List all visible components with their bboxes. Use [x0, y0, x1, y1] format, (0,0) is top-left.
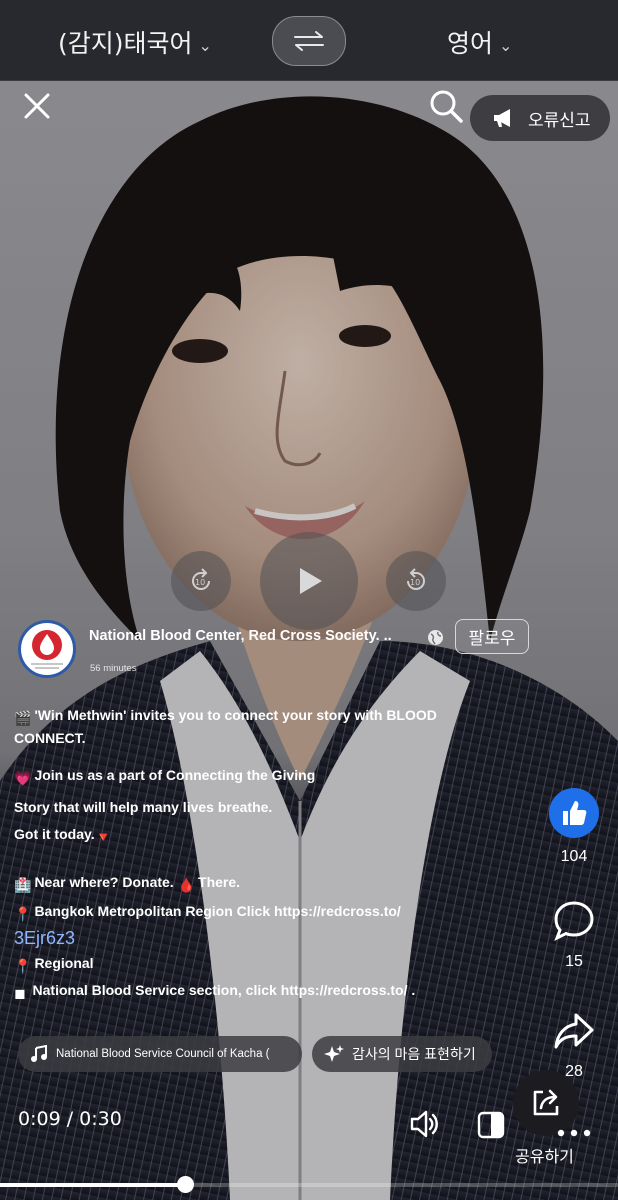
translator-bar: (감지)태국어 ⌄ 영어 ⌄ — [0, 0, 618, 81]
blood-drop-logo — [31, 630, 63, 669]
caption-link-line[interactable]: Bangkok Metropolitan Region Click https:… — [34, 903, 400, 919]
drop-of-blood-icon: 🩸 — [177, 877, 196, 893]
megaphone-icon — [494, 109, 510, 127]
report-error-button[interactable]: 오류신고 — [470, 95, 610, 141]
pin-icon: 📍 — [14, 958, 32, 974]
chevron-down-icon: ⌄ — [198, 35, 212, 55]
heart-icon: 💗 — [14, 770, 32, 786]
swap-languages-button[interactable] — [272, 16, 346, 66]
chevron-down-icon: ⌄ — [499, 35, 513, 55]
caption-line: Near where? Donate. — [34, 874, 174, 890]
share-count-button[interactable]: 28 — [548, 1009, 600, 1081]
caption-link-line[interactable]: National Blood Service section, click ht… — [33, 982, 416, 998]
svg-text:10: 10 — [195, 578, 205, 587]
target-language-label: 영어 — [447, 29, 494, 58]
page-avatar[interactable] — [18, 620, 76, 678]
music-note-icon — [31, 1045, 47, 1062]
audio-chip[interactable]: National Blood Service Council of Kacha … — [18, 1036, 302, 1072]
black-square-icon: ◼ — [14, 985, 26, 1001]
duration: 0:30 — [79, 1108, 122, 1130]
time-display: 0:09 / 0:30 — [18, 1108, 122, 1130]
share-label: 공유하기 — [515, 1147, 574, 1166]
forward-10-icon: 10 — [407, 568, 425, 590]
forward-10-button[interactable]: 10 — [386, 551, 446, 611]
share-arrow-icon — [554, 1013, 594, 1049]
caption-line: Story that will help many lives breathe. — [14, 799, 273, 815]
share-button[interactable] — [513, 1070, 579, 1136]
caption-line: Join us as a part of Connecting the Givi… — [34, 767, 316, 783]
like-count: 104 — [560, 848, 588, 865]
gratitude-chip[interactable]: 감사의 마음 표현하기 — [312, 1036, 492, 1072]
clapperboard-icon: 🎬 — [14, 710, 32, 726]
contrast-icon[interactable] — [477, 1111, 505, 1139]
svg-text:10: 10 — [410, 578, 420, 587]
source-language-label: (감지)태국어 — [58, 29, 193, 58]
thumbs-up-icon — [549, 788, 599, 838]
swap-icon — [294, 31, 324, 51]
caption-line: CONNECT. — [14, 730, 86, 746]
play-icon — [300, 568, 322, 594]
replay-10-icon: 10 — [192, 568, 210, 590]
gratitude-label: 감사의 마음 표현하기 — [352, 1046, 476, 1062]
volume-icon[interactable] — [408, 1109, 440, 1139]
caption-link[interactable]: 3Ejr6z3 — [14, 928, 75, 948]
caption-line: Regional — [34, 955, 94, 971]
comment-button[interactable]: 15 — [548, 899, 600, 971]
comment-count: 15 — [565, 953, 583, 970]
caption-line: 'Win Methwin' invites you to connect you… — [34, 707, 437, 723]
red-triangle-icon: 🔻 — [94, 829, 113, 845]
hospital-icon: 🏥 — [14, 877, 32, 893]
search-icon[interactable] — [427, 87, 465, 125]
share-box-icon — [533, 1089, 559, 1116]
like-button[interactable]: 104 — [548, 788, 600, 866]
post-time: 56 minutes — [90, 663, 137, 674]
audio-title: National Blood Service Council of Kacha … — [56, 1048, 270, 1060]
video-player[interactable]: 오류신고 10 10 National Blood Center, Red Cr… — [0, 81, 618, 1200]
caption-line: Got it today. — [14, 826, 95, 842]
caption-line: There. — [198, 874, 241, 890]
post-caption: 🎬 'Win Methwin' invites you to connect yo… — [14, 705, 524, 1003]
progress-bar[interactable] — [0, 1176, 618, 1193]
progress-fill — [0, 1183, 186, 1187]
current-time: 0:09 — [18, 1108, 61, 1130]
comment-icon — [554, 901, 594, 942]
follow-button[interactable]: 팔로우 — [455, 619, 529, 654]
sparkle-icon — [324, 1045, 344, 1062]
report-error-label: 오류신고 — [528, 110, 591, 131]
time-separator: / — [66, 1108, 74, 1130]
globe-icon — [428, 630, 443, 645]
close-icon[interactable] — [20, 89, 54, 123]
target-language-select[interactable]: 영어 ⌄ — [447, 24, 512, 60]
pin-icon: 📍 — [14, 906, 32, 922]
more-icon[interactable] — [556, 1128, 592, 1138]
play-button[interactable] — [260, 532, 358, 630]
page-name[interactable]: National Blood Center, Red Cross Society… — [89, 628, 392, 644]
rewind-10-button[interactable]: 10 — [171, 551, 231, 611]
source-language-select[interactable]: (감지)태국어 ⌄ — [58, 24, 212, 60]
